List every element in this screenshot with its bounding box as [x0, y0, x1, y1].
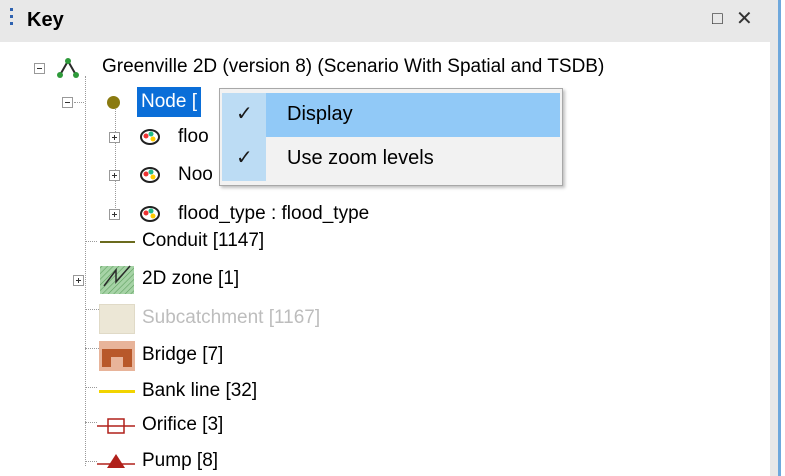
- panel-right-edge: [770, 0, 778, 476]
- theme-icon: [140, 167, 160, 183]
- tree-item-label: 2D zone [1]: [142, 268, 240, 289]
- menu-item-display[interactable]: ✓ Display: [222, 93, 560, 137]
- menu-check-area: ✓: [222, 137, 266, 181]
- expand-icon[interactable]: [73, 275, 84, 286]
- tree-item-label: Bank line [32]: [142, 380, 258, 401]
- context-menu: ✓ Display ✓ Use zoom levels: [219, 88, 563, 186]
- expand-icon[interactable]: [109, 209, 120, 220]
- tree-item-node-child[interactable]: Noo: [0, 160, 220, 190]
- menu-item-label: Display: [287, 103, 353, 125]
- network-icon: [57, 58, 79, 78]
- expand-icon[interactable]: [109, 170, 120, 181]
- tree-item-label: Noo: [178, 164, 213, 185]
- panel-title: Key: [27, 9, 64, 31]
- tree-item-bridge[interactable]: Bridge [7]: [0, 340, 300, 371]
- pump-icon: [97, 454, 135, 468]
- panel-scroll-edge: [778, 0, 781, 476]
- tree-item-label: Bridge [7]: [142, 344, 224, 365]
- menu-check-area: ✓: [222, 93, 266, 137]
- menu-item-label: Use zoom levels: [287, 147, 434, 169]
- tree-item-node-child[interactable]: floo: [0, 122, 220, 152]
- tree-item-label: Pump [8]: [142, 450, 219, 471]
- tree-item-orifice[interactable]: Orifice [3]: [0, 410, 300, 440]
- collapse-icon[interactable]: [62, 97, 73, 108]
- tree-item-bank-line[interactable]: Bank line [32]: [0, 376, 300, 406]
- collapse-icon[interactable]: [34, 63, 45, 74]
- node-dot-icon: [107, 96, 120, 109]
- tree-item-node-child[interactable]: flood_type : flood_type: [0, 199, 460, 229]
- tree-item-conduit[interactable]: Conduit [1147]: [0, 226, 320, 256]
- orifice-icon: [97, 418, 135, 434]
- tree-item-label: Orifice [3]: [142, 414, 224, 435]
- theme-icon: [140, 129, 160, 145]
- tree-item-subcatchment[interactable]: Subcatchment [1167]: [0, 303, 400, 334]
- conduit-line-icon: [100, 241, 135, 243]
- close-icon[interactable]: ✕: [736, 6, 753, 31]
- expand-icon[interactable]: [109, 132, 120, 143]
- tree-item-label: Conduit [1147]: [142, 230, 265, 251]
- drag-grip-icon[interactable]: [10, 8, 14, 34]
- restore-icon[interactable]: □: [712, 8, 723, 29]
- bridge-icon: [99, 341, 135, 371]
- panel-titlebar: Key □ ✕: [0, 0, 770, 42]
- tree-item-label-selected: Node [: [137, 87, 201, 117]
- tree-item-root[interactable]: Greenville 2D (version 8) (Scenario With…: [0, 52, 760, 82]
- tree-item-label-disabled: Subcatchment [1167]: [142, 307, 321, 328]
- tree-item-pump[interactable]: Pump [8]: [0, 446, 300, 476]
- checkmark-icon: ✓: [236, 147, 253, 169]
- tree-item-label: flood_type : flood_type: [178, 203, 370, 224]
- checkmark-icon: ✓: [236, 103, 253, 125]
- subcatchment-area-icon: [99, 304, 135, 334]
- menu-item-use-zoom-levels[interactable]: ✓ Use zoom levels: [222, 137, 560, 181]
- tree-item-2d-zone[interactable]: 2D zone [1]: [0, 264, 300, 294]
- theme-icon: [140, 206, 160, 222]
- tree-item-label: floo: [178, 126, 209, 147]
- bank-line-icon: [99, 390, 135, 393]
- tree-item-label: Greenville 2D (version 8) (Scenario With…: [102, 56, 605, 77]
- zone-hatch-icon: [100, 265, 134, 294]
